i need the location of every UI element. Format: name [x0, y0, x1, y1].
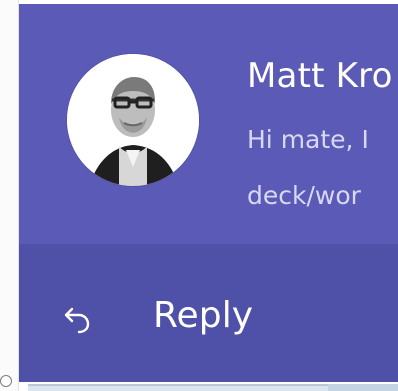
message-preview-line: deck/wor [247, 181, 361, 210]
reply-label: Reply [153, 295, 254, 336]
person-avatar-icon [67, 54, 199, 186]
teams-toast-notification[interactable]: Matt Kro Hi mate, I deck/wor Reply [19, 4, 398, 382]
sender-name: Matt Kro [247, 56, 393, 96]
taskbar-strip [28, 384, 398, 391]
reply-button[interactable]: Reply [59, 284, 253, 348]
left-window-edge [0, 0, 19, 391]
scroll-handle[interactable] [0, 375, 12, 387]
screen: Matt Kro Hi mate, I deck/wor Reply [0, 0, 398, 391]
avatar [67, 54, 199, 186]
reply-arrow-icon [59, 298, 95, 334]
notification-content[interactable]: Matt Kro Hi mate, I deck/wor [19, 4, 398, 244]
message-preview-line: Hi mate, I [247, 125, 369, 154]
message-preview: Hi mate, I deck/wor [247, 112, 398, 224]
